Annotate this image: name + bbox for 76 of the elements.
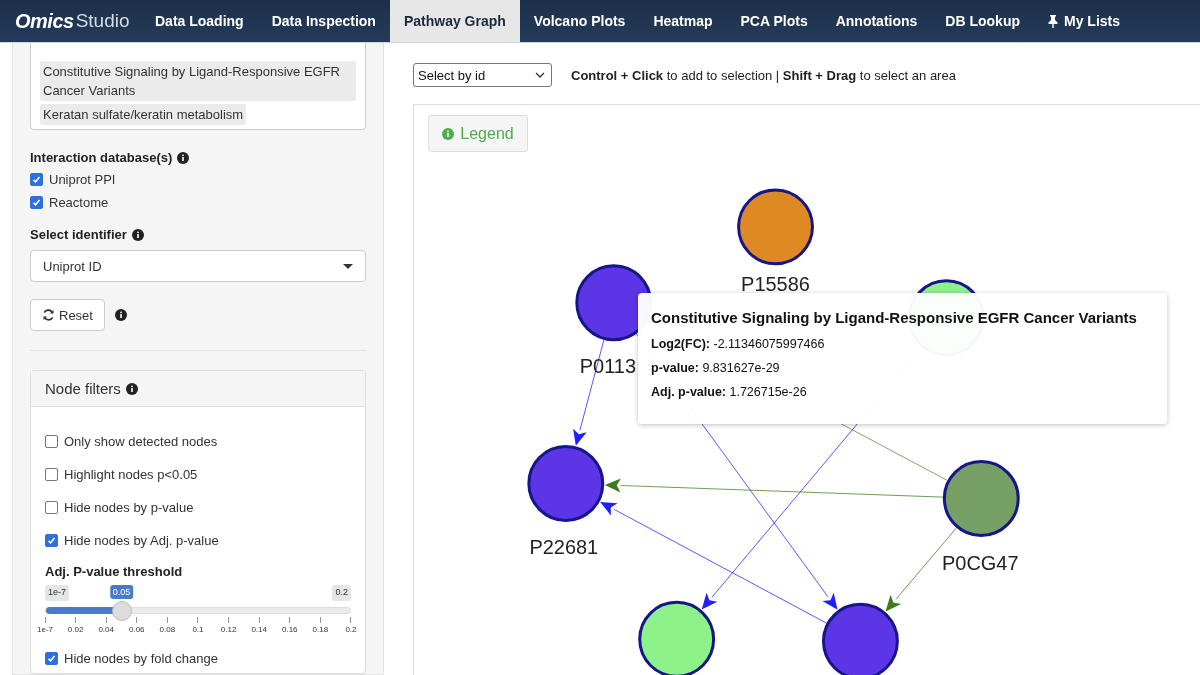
checkbox[interactable]	[45, 501, 58, 514]
pathway-item[interactable]: Constitutive Signaling by Ligand-Responsive EGFR Cancer Variants	[40, 61, 356, 101]
nav-tab[interactable]: Annotations	[821, 0, 932, 42]
checkbox-label: Highlight nodes p<0.05	[64, 467, 198, 482]
tick-label: 1e-7	[37, 625, 53, 634]
slider-handle[interactable]	[112, 600, 132, 621]
graph-node[interactable]	[821, 602, 899, 675]
checkbox[interactable]	[30, 196, 43, 209]
graph-node[interactable]	[638, 600, 716, 675]
graph-node[interactable]	[737, 188, 814, 266]
tooltip-row-text: p-value: 9.831627e-29	[651, 361, 781, 375]
field-label: Interaction database(s)	[30, 150, 173, 165]
info-icon	[131, 228, 144, 241]
check-icon	[47, 654, 56, 663]
node-label: P0113	[579, 354, 637, 377]
check-icon	[32, 175, 41, 184]
info-icon	[177, 151, 190, 164]
check-icon	[47, 536, 56, 545]
checkbox-label: Hide nodes by p-value	[64, 500, 194, 515]
graph-node[interactable]	[575, 264, 653, 342]
info-icon	[114, 309, 127, 321]
checkbox-label: Hide nodes by Adj. p-value	[64, 533, 219, 548]
checkbox-label: Hide nodes by fold change	[64, 651, 218, 666]
slider-max: 0.2	[332, 585, 351, 601]
chevron-down-icon	[535, 72, 545, 78]
checkbox[interactable]	[45, 652, 58, 665]
instruction-text: Control + Click to add to selection | Shift + Drag to select an area	[571, 67, 956, 83]
checkbox-label: Only show detected nodes	[64, 434, 218, 449]
checkbox[interactable]	[45, 468, 58, 481]
node-label: P0CG47	[942, 552, 1019, 575]
tick-label: 0.14	[251, 625, 267, 634]
checkbox[interactable]	[30, 173, 43, 186]
pin-icon	[1048, 14, 1058, 28]
checkbox-label: Reactome	[49, 195, 109, 210]
tick-label: 0.02	[67, 625, 84, 634]
info-icon	[442, 127, 455, 140]
nav-tab[interactable]: DB Lookup	[931, 0, 1034, 42]
checkbox[interactable]	[45, 435, 58, 448]
check-icon	[32, 198, 41, 207]
tick-label: 0.08	[159, 625, 176, 634]
tooltip-row-text: Adj. p-value: 1.726715e-26	[651, 385, 808, 399]
nav-tab[interactable]: Pathway Graph	[389, 0, 520, 42]
graph-node[interactable]	[942, 460, 1020, 537]
slider-value: 0.05	[109, 585, 134, 599]
graph-node[interactable]	[527, 445, 605, 522]
checkbox[interactable]	[45, 534, 58, 547]
field-label: Adj. P-value threshold	[45, 564, 183, 579]
node-label: P22681	[529, 536, 599, 559]
slider-min: 1e-7	[45, 585, 69, 601]
caret-icon	[343, 263, 353, 269]
tick-label: 0.16	[281, 625, 298, 634]
tick-label: 0.12	[220, 625, 237, 634]
tick-label: 0.18	[312, 625, 329, 634]
field-label: Select identifier	[30, 227, 127, 242]
nav-tab[interactable]: Volcano Plots	[519, 0, 640, 42]
refresh-icon	[42, 309, 55, 321]
pathway-item[interactable]: Keratan sulfate/keratin metabolism	[40, 104, 247, 125]
checkbox-label: Uniprot PPI	[49, 172, 116, 187]
tick-label: 0.06	[129, 625, 145, 634]
tooltip-row-text: Log2(FC): -2.11346075997466	[651, 337, 826, 351]
info-icon	[125, 382, 138, 395]
node-label: P15586	[741, 272, 810, 295]
nav-tab[interactable]: Data Loading	[141, 0, 258, 42]
nav-tab[interactable]: Data Inspection	[257, 0, 390, 42]
tooltip-title: Constitutive Signaling by Ligand-Responsive EGFR Cancer Variants	[651, 309, 1138, 326]
app-logo[interactable]: OmicsStudio	[0, 0, 141, 42]
reset-button[interactable]: Reset	[30, 299, 105, 331]
tick-label: 0.1	[192, 625, 204, 634]
tick-label: 0.2	[345, 625, 357, 634]
nav-tab[interactable]: Heatmap	[639, 0, 727, 42]
nav-tab[interactable]: PCA Plots	[726, 0, 822, 42]
nav-tab[interactable]: My Lists	[1034, 0, 1134, 42]
tick-label: 0.04	[98, 625, 114, 634]
select-dropdown[interactable]: Select by id	[413, 63, 552, 87]
panel-title: Node filters	[45, 380, 121, 397]
identifier-dropdown[interactable]: Uniprot ID	[30, 250, 366, 282]
